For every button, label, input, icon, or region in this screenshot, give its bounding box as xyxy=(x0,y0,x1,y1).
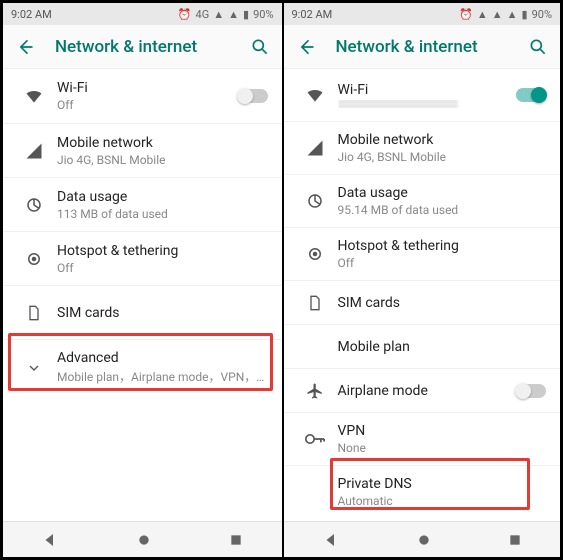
status-bar: 9:02 AM ⏰ ▲ ▲ ▲ ▮ 90% xyxy=(284,3,561,25)
row-vpn[interactable]: VPN None xyxy=(284,412,561,465)
nav-back-icon[interactable] xyxy=(322,531,340,549)
signal-4g-icon: 4G xyxy=(196,8,210,21)
hotspot-label: Hotspot & tethering xyxy=(57,243,268,259)
mobile-network-sub: Jio 4G, BSNL Mobile xyxy=(338,150,547,164)
signal-icon: ▲ xyxy=(507,8,518,21)
sim-icon xyxy=(17,304,51,322)
hotspot-icon xyxy=(17,250,51,268)
airplane-icon xyxy=(298,382,332,400)
alarm-icon: ⏰ xyxy=(178,8,192,21)
back-icon[interactable] xyxy=(15,37,35,57)
mobile-plan-label: Mobile plan xyxy=(338,339,547,355)
row-airplane-mode[interactable]: Airplane mode xyxy=(284,368,561,412)
settings-list: Wi-Fi Off Mobile network Jio 4G, BSNL Mo… xyxy=(3,69,282,521)
sim-icon xyxy=(298,294,332,312)
signal-icon: ▲ xyxy=(228,8,239,21)
row-wifi[interactable]: Wi-Fi xyxy=(284,69,561,121)
mobile-network-label: Mobile network xyxy=(338,132,547,148)
row-hotspot[interactable]: Hotspot & tethering Off xyxy=(3,231,282,285)
data-usage-icon xyxy=(298,192,332,210)
vpn-key-icon xyxy=(298,433,332,445)
nav-home-icon[interactable] xyxy=(136,532,152,548)
row-mobile-plan[interactable]: Mobile plan xyxy=(284,324,561,368)
mobile-network-sub: Jio 4G, BSNL Mobile xyxy=(57,153,268,167)
search-icon[interactable] xyxy=(250,37,270,57)
row-hotspot[interactable]: Hotspot & tethering Off xyxy=(284,227,561,280)
nav-back-icon[interactable] xyxy=(41,531,59,549)
row-mobile-network[interactable]: Mobile network Jio 4G, BSNL Mobile xyxy=(3,123,282,177)
sim-cards-label: SIM cards xyxy=(338,295,547,311)
wifi-status-icon: ▲ xyxy=(477,8,488,21)
row-data-usage[interactable]: Data usage 95.14 MB of data used xyxy=(284,174,561,227)
battery-level: 90% xyxy=(253,8,273,21)
nav-recent-icon[interactable] xyxy=(229,533,243,547)
mobile-network-label: Mobile network xyxy=(57,135,268,151)
mobile-network-icon xyxy=(17,142,51,160)
wifi-ssid-redacted xyxy=(338,100,517,108)
wifi-switch[interactable] xyxy=(238,89,268,103)
signal-icon: ▲ xyxy=(213,8,224,21)
battery-level: 90% xyxy=(532,8,552,21)
app-bar: Network & internet xyxy=(3,25,282,69)
data-usage-label: Data usage xyxy=(338,185,547,201)
mobile-network-icon xyxy=(298,139,332,157)
alarm-icon: ⏰ xyxy=(459,8,473,21)
app-bar: Network & internet xyxy=(284,25,561,69)
back-icon[interactable] xyxy=(296,37,316,57)
hotspot-icon xyxy=(298,245,332,263)
private-dns-sub: Automatic xyxy=(338,494,547,508)
nav-bar xyxy=(284,521,561,557)
vpn-sub: None xyxy=(338,441,547,455)
advanced-sub: Mobile plan，Airplane mode，VPN，Priva.. xyxy=(57,368,268,385)
wifi-icon xyxy=(17,86,51,106)
nav-recent-icon[interactable] xyxy=(508,533,522,547)
advanced-label: Advanced xyxy=(57,350,268,366)
hotspot-sub: Off xyxy=(338,256,547,270)
airplane-switch[interactable] xyxy=(516,384,546,398)
data-usage-label: Data usage xyxy=(57,189,268,205)
hotspot-label: Hotspot & tethering xyxy=(338,238,547,254)
airplane-label: Airplane mode xyxy=(338,383,517,399)
phone-left: 9:02 AM ⏰ 4G ▲ ▲ ▮ 90% Network & interne… xyxy=(3,3,282,557)
row-sim-cards[interactable]: SIM cards xyxy=(284,280,561,324)
hotspot-sub: Off xyxy=(57,261,268,275)
chevron-down-icon xyxy=(17,360,51,376)
row-advanced[interactable]: Advanced Mobile plan，Airplane mode，VPN，P… xyxy=(3,339,282,395)
nav-bar xyxy=(3,521,282,557)
row-data-usage[interactable]: Data usage 113 MB of data used xyxy=(3,177,282,231)
battery-icon: ▮ xyxy=(243,8,249,21)
data-usage-sub: 113 MB of data used xyxy=(57,207,268,221)
wifi-label: Wi-Fi xyxy=(57,80,238,96)
sim-cards-label: SIM cards xyxy=(57,305,268,321)
vpn-label: VPN xyxy=(338,423,547,439)
search-icon[interactable] xyxy=(528,37,548,57)
data-usage-sub: 95.14 MB of data used xyxy=(338,203,547,217)
row-mobile-network[interactable]: Mobile network Jio 4G, BSNL Mobile xyxy=(284,121,561,174)
status-time: 9:02 AM xyxy=(11,8,52,21)
phone-right: 9:02 AM ⏰ ▲ ▲ ▲ ▮ 90% Network & internet… xyxy=(282,3,561,557)
page-title: Network & internet xyxy=(336,37,529,57)
wifi-switch[interactable] xyxy=(516,88,546,102)
wifi-status: Off xyxy=(57,98,238,112)
nav-home-icon[interactable] xyxy=(416,532,432,548)
page-title: Network & internet xyxy=(55,37,250,57)
private-dns-label: Private DNS xyxy=(338,476,547,492)
status-bar: 9:02 AM ⏰ 4G ▲ ▲ ▮ 90% xyxy=(3,3,282,25)
status-time: 9:02 AM xyxy=(292,8,333,21)
wifi-icon xyxy=(298,85,332,105)
row-wifi[interactable]: Wi-Fi Off xyxy=(3,69,282,123)
battery-icon: ▮ xyxy=(522,8,528,21)
row-private-dns[interactable]: Private DNS Automatic xyxy=(284,465,561,518)
signal-icon: ▲ xyxy=(492,8,503,21)
wifi-label: Wi-Fi xyxy=(338,82,517,98)
row-sim-cards[interactable]: SIM cards xyxy=(3,285,282,339)
settings-list: Wi-Fi Mobile network Jio 4G, BSNL Mobile… xyxy=(284,69,561,521)
data-usage-icon xyxy=(17,196,51,214)
